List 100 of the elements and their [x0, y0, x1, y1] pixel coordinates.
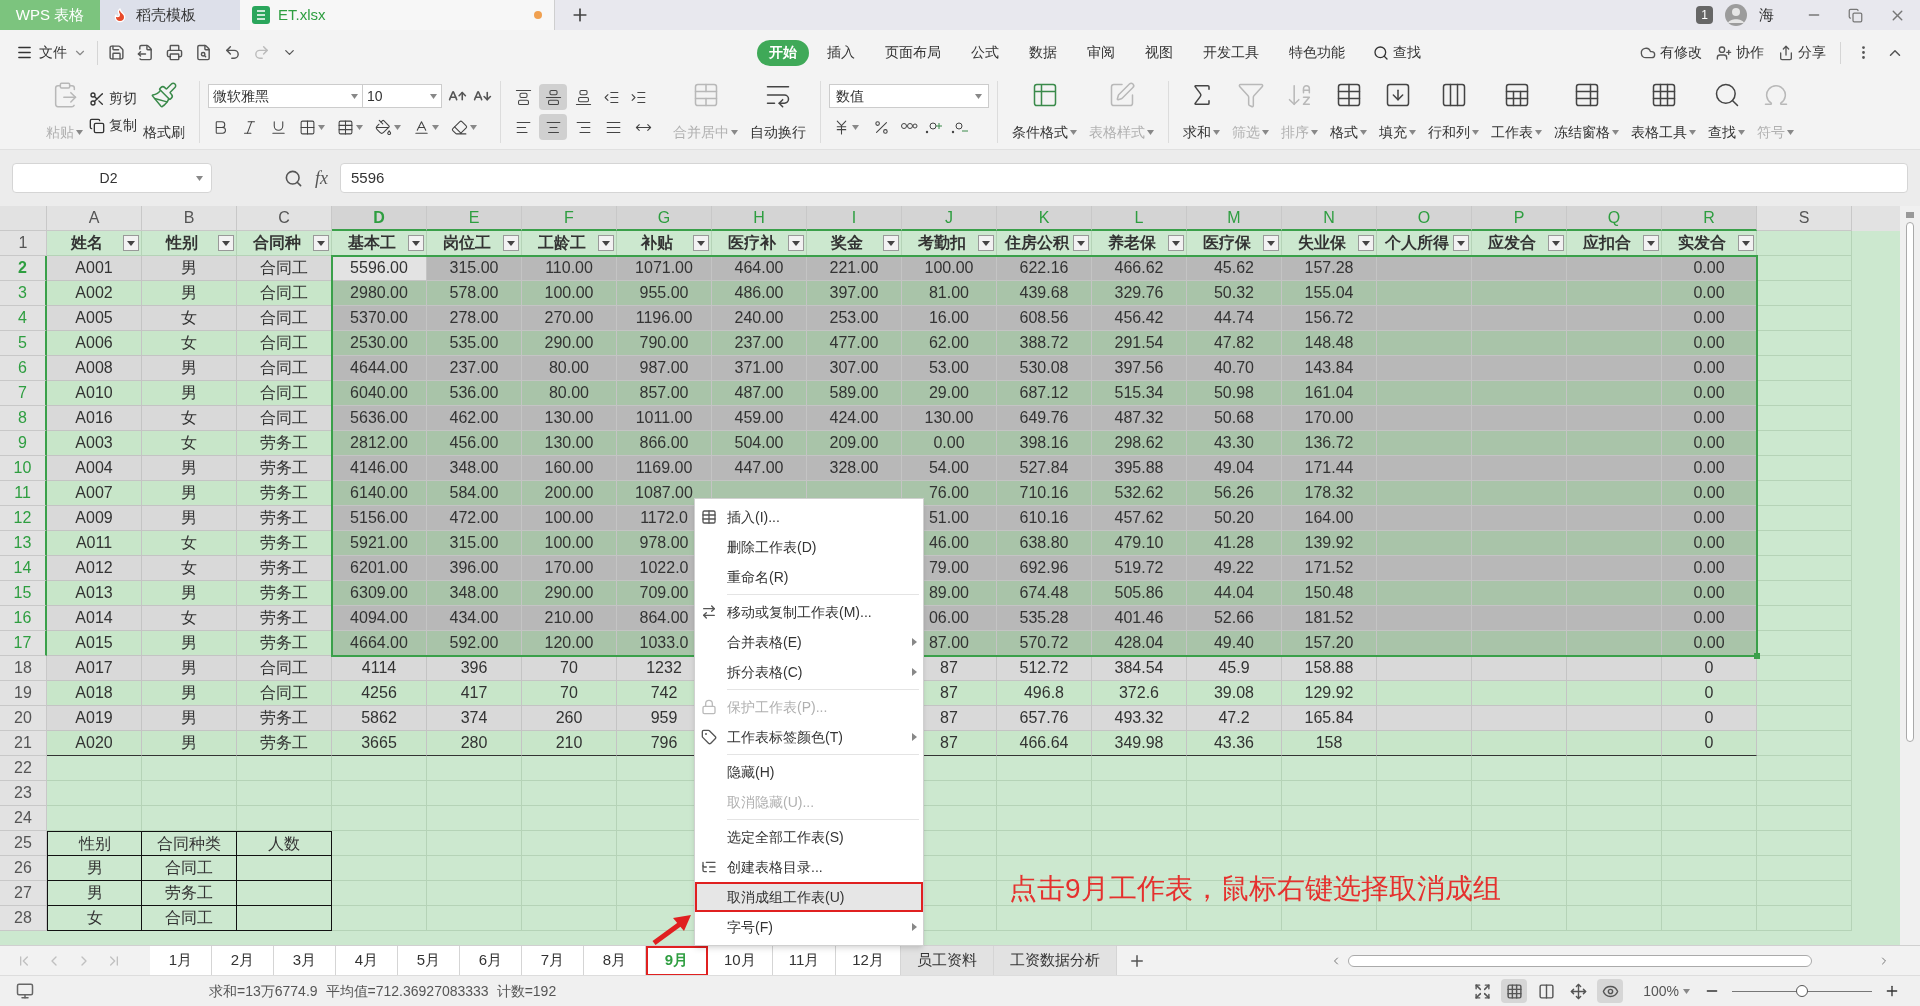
table-cell[interactable]: 270.00 — [522, 306, 617, 331]
table-cell[interactable]: 459.00 — [712, 406, 807, 431]
row-header[interactable]: 28 — [0, 906, 47, 931]
table-cell[interactable]: A014 — [47, 606, 142, 631]
table-cell[interactable]: 劳务工 — [237, 631, 332, 656]
table-cell[interactable]: 合同工 — [237, 406, 332, 431]
table-cell[interactable]: 43.30 — [1187, 431, 1282, 456]
table-cell[interactable]: 5862 — [332, 706, 427, 731]
table-cell[interactable]: 劳务工 — [237, 506, 332, 531]
tool-button[interactable]: 格式 — [1324, 81, 1373, 143]
table-cell[interactable]: 47.82 — [1187, 331, 1282, 356]
table-cell[interactable]: 0.00 — [1662, 306, 1757, 331]
table-cell[interactable]: 589.00 — [807, 381, 902, 406]
table-cell[interactable]: 男 — [142, 481, 237, 506]
table-cell[interactable]: 女 — [142, 531, 237, 556]
table-cell[interactable]: 280 — [427, 731, 522, 756]
table-cell[interactable]: A011 — [47, 531, 142, 556]
table-cell[interactable]: 401.46 — [1092, 606, 1187, 631]
row-header[interactable]: 22 — [0, 756, 47, 781]
filter-button[interactable] — [313, 235, 329, 251]
table-cell[interactable]: 439.68 — [997, 281, 1092, 306]
table-cell[interactable]: 0.00 — [1662, 356, 1757, 381]
table-cell[interactable]: 512.72 — [997, 656, 1092, 681]
table-cell[interactable]: 0 — [1662, 681, 1757, 706]
table-cell[interactable]: 710.16 — [997, 481, 1092, 506]
table-cell[interactable]: 0 — [1662, 706, 1757, 731]
table-cell[interactable]: 298.62 — [1092, 431, 1187, 456]
table-cell[interactable]: 0.00 — [1662, 531, 1757, 556]
menu-item[interactable]: 隐藏(H) — [695, 757, 923, 787]
formula-input[interactable]: 5596 — [340, 163, 1908, 193]
table-cell[interactable]: 955.00 — [617, 281, 712, 306]
menu-item[interactable]: 创建表格目录... — [695, 852, 923, 882]
table-cell[interactable]: 女 — [142, 331, 237, 356]
table-cell[interactable]: A006 — [47, 331, 142, 356]
table-cell[interactable]: 4644.00 — [332, 356, 427, 381]
scroll-up-icon[interactable] — [1906, 212, 1914, 218]
table-cell[interactable]: 5156.00 — [332, 506, 427, 531]
table-cell[interactable]: 155.04 — [1282, 281, 1377, 306]
sheet-tab[interactable]: 7月 — [522, 945, 584, 976]
table-cell[interactable]: 女 — [142, 306, 237, 331]
table-cell[interactable]: 578.00 — [427, 281, 522, 306]
table-cell[interactable]: 合同工 — [237, 281, 332, 306]
table-cell[interactable]: 45.62 — [1187, 256, 1282, 281]
table-cell[interactable]: 157.20 — [1282, 631, 1377, 656]
table-cell[interactable]: 70 — [522, 656, 617, 681]
table-cell[interactable]: 447.00 — [712, 456, 807, 481]
table-cell[interactable]: 0.00 — [1662, 631, 1757, 656]
table-cell[interactable]: 女 — [142, 406, 237, 431]
table-cell[interactable]: 80.00 — [522, 356, 617, 381]
ribbon-tab[interactable]: 视图 — [1132, 39, 1185, 66]
ribbon-tab[interactable]: 审阅 — [1074, 39, 1127, 66]
table-cell[interactable]: A002 — [47, 281, 142, 306]
copy-button[interactable]: 复制 — [89, 115, 137, 136]
table-cell[interactable]: 156.72 — [1282, 306, 1377, 331]
table-cell[interactable]: 0.00 — [1662, 406, 1757, 431]
table-cell[interactable]: 987.00 — [617, 356, 712, 381]
table-cell[interactable]: 519.72 — [1092, 556, 1187, 581]
table-cell[interactable]: 女 — [142, 431, 237, 456]
filter-button[interactable] — [883, 235, 899, 251]
filter-button[interactable] — [218, 235, 234, 251]
table-cell[interactable]: 171.44 — [1282, 456, 1377, 481]
filter-button[interactable] — [1358, 235, 1374, 251]
table-cell[interactable]: 0.00 — [1662, 506, 1757, 531]
table-cell[interactable]: 397.56 — [1092, 356, 1187, 381]
row-header[interactable]: 20 — [0, 706, 47, 731]
table-cell[interactable]: 49.04 — [1187, 456, 1282, 481]
table-cell[interactable]: 170.00 — [1282, 406, 1377, 431]
table-cell[interactable]: 388.72 — [997, 331, 1092, 356]
table-cell[interactable]: 456.42 — [1092, 306, 1187, 331]
table-cell[interactable]: 39.08 — [1187, 681, 1282, 706]
ribbon-tab[interactable]: 开发工具 — [1190, 39, 1271, 66]
sheet-tab[interactable]: 10月 — [708, 945, 773, 976]
table-cell[interactable]: 4146.00 — [332, 456, 427, 481]
tool-button[interactable]: 工作表 — [1485, 81, 1548, 143]
table-cell[interactable]: 622.16 — [997, 256, 1092, 281]
table-cell[interactable]: 6201.00 — [332, 556, 427, 581]
table-cell[interactable]: 女 — [142, 606, 237, 631]
table-cell[interactable]: A017 — [47, 656, 142, 681]
row-header[interactable]: 1 — [0, 231, 47, 256]
table-cell[interactable]: 161.04 — [1282, 381, 1377, 406]
zoom-formula-icon[interactable] — [284, 168, 303, 188]
table-cell[interactable]: 52.66 — [1187, 606, 1282, 631]
table-cell[interactable]: 171.52 — [1282, 556, 1377, 581]
table-cell[interactable]: 男 — [142, 381, 237, 406]
table-cell[interactable]: 237.00 — [427, 356, 522, 381]
table-cell[interactable]: 434.00 — [427, 606, 522, 631]
table-cell[interactable]: 1169.00 — [617, 456, 712, 481]
table-cell[interactable]: 148.48 — [1282, 331, 1377, 356]
table-cell[interactable]: A003 — [47, 431, 142, 456]
menu-item[interactable]: 字号(F) — [695, 912, 923, 942]
table-cell[interactable]: 29.00 — [902, 381, 997, 406]
filter-button[interactable] — [1643, 235, 1659, 251]
table-cell[interactable]: 240.00 — [712, 306, 807, 331]
align-button[interactable] — [539, 84, 567, 110]
redo-icon[interactable] — [253, 44, 270, 61]
table-cell[interactable]: 男 — [142, 506, 237, 531]
table-cell[interactable]: 384.54 — [1092, 656, 1187, 681]
table-cell[interactable]: 0 — [1662, 731, 1757, 756]
table-cell[interactable]: A019 — [47, 706, 142, 731]
table-cell[interactable]: 397.00 — [807, 281, 902, 306]
